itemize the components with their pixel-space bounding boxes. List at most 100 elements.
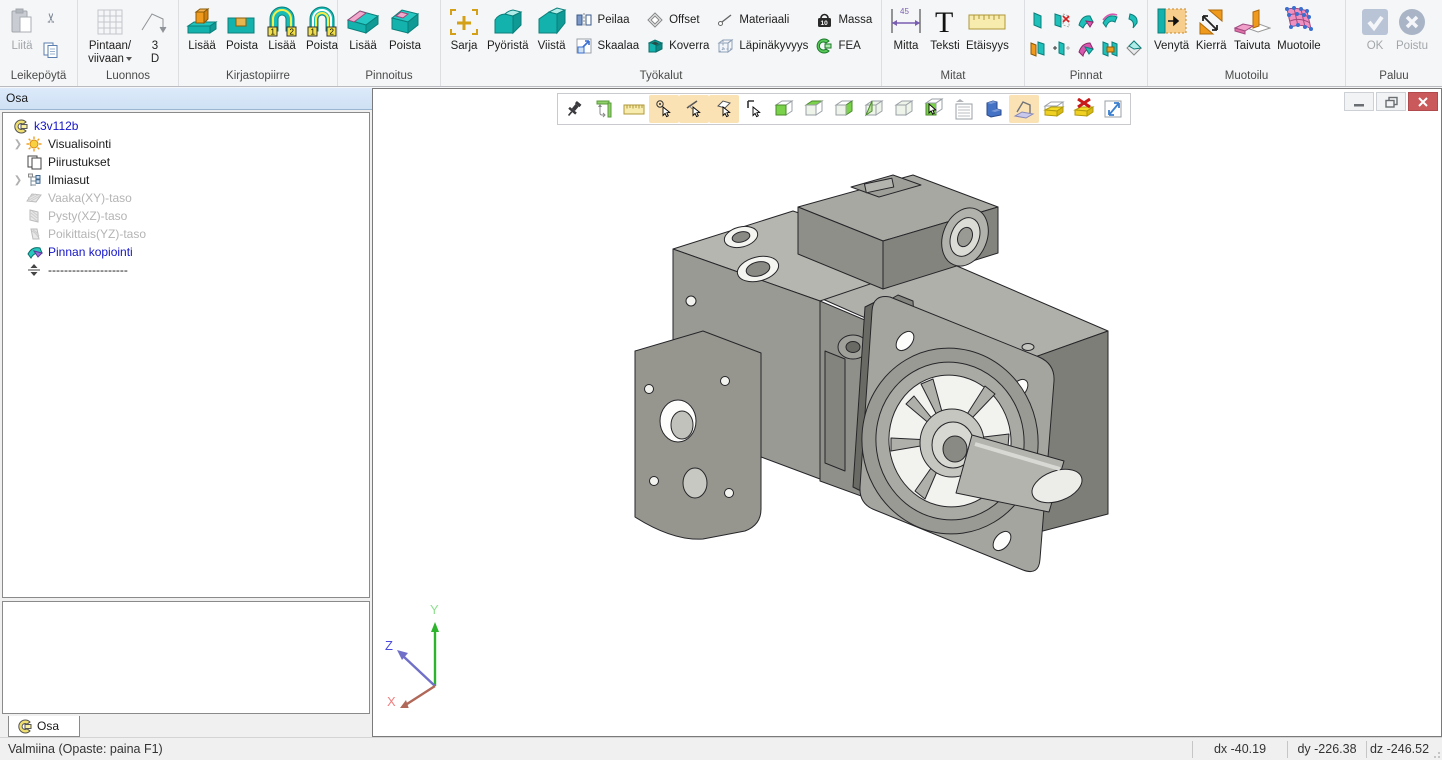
paste-label: Liitä (11, 40, 32, 53)
model-viewport[interactable]: Y Z X (372, 88, 1442, 737)
feature-list-button[interactable] (949, 95, 979, 123)
sketch-plane-button[interactable] (1009, 95, 1039, 123)
group-label-faces: Pinnat (1025, 69, 1147, 86)
tree-item-yz-plane[interactable]: Poikittais(YZ)-taso (3, 225, 369, 243)
group-label-shaping: Muotoilu (1148, 69, 1345, 86)
snap-face-button[interactable] (709, 95, 739, 123)
magnet-add-label: Lisää (268, 40, 296, 53)
offset-button[interactable]: Offset (643, 9, 713, 31)
cube-plain-button[interactable] (889, 95, 919, 123)
hollow-button[interactable]: Koverra (643, 35, 713, 57)
cube-top-face-button[interactable] (799, 95, 829, 123)
dimension-icon: 45 (888, 4, 924, 40)
tree-item-xy-plane[interactable]: Vaaka(XY)-taso (3, 189, 369, 207)
cut-button[interactable]: ✂ (43, 8, 60, 28)
shape-label: Muotoile (1277, 40, 1320, 53)
mass-button[interactable]: 10 Massa (812, 9, 876, 31)
cube-back-face-button[interactable] (859, 95, 889, 123)
magnet-remove-button[interactable]: 12 Poista (302, 2, 342, 55)
face-thicken-button[interactable] (1050, 36, 1074, 62)
rotate-label: Kierrä (1196, 40, 1227, 53)
face-draft-button[interactable] (1074, 8, 1098, 34)
pick-edge-button[interactable] (739, 95, 769, 123)
ribbon-group-faces: Pinnat (1025, 0, 1148, 86)
tree-item-part-root[interactable]: k3v112b (11, 117, 369, 135)
shape-button[interactable]: Muotoile (1274, 2, 1323, 55)
stretch-button[interactable]: Venytä (1151, 2, 1192, 55)
pattern-label: Sarja (451, 40, 478, 53)
tree-item-surface-copy[interactable]: Pinnan kopiointi (3, 243, 369, 261)
ok-button[interactable]: OK (1357, 2, 1393, 55)
face-curve-button[interactable] (1098, 8, 1122, 34)
library-add-button[interactable]: Lisää (182, 2, 222, 55)
cube-pick-face-button[interactable] (919, 95, 949, 123)
ribbon-group-dimensions: 45 Mitta T Teksti Etäisyys Mitat (882, 0, 1025, 86)
fillet-button[interactable]: Pyöristä (484, 2, 532, 55)
copy-button[interactable] (43, 42, 60, 63)
material-label: Materiaali (739, 14, 789, 26)
ruler-button[interactable] (619, 95, 649, 123)
measure-height-button[interactable] (589, 95, 619, 123)
chamfer-button[interactable]: Viistä (532, 2, 572, 55)
face-stitch-button[interactable] (1098, 36, 1122, 62)
sketch-3d-button[interactable]: 3 D (139, 2, 171, 68)
restore-button[interactable] (1376, 92, 1406, 111)
tray-delete-button[interactable] (1069, 95, 1099, 123)
face-offset-icon (1028, 39, 1048, 59)
rotate-icon (1195, 4, 1227, 40)
tree-item-drawings[interactable]: Piirustukset (3, 153, 369, 171)
mirror-button[interactable]: Peilaa (572, 9, 644, 31)
pattern-button[interactable]: Sarja (444, 2, 484, 55)
face-offset-button[interactable] (1026, 36, 1050, 62)
face-replace-button[interactable] (1074, 36, 1098, 62)
surface-add-button[interactable]: Lisää (341, 2, 385, 55)
tree-item-configurations[interactable]: ❯ Ilmiasut (3, 171, 369, 189)
fillet-icon (491, 4, 525, 40)
tree-item-end-marker[interactable]: -------------------- (3, 261, 369, 279)
resize-grip[interactable] (1432, 738, 1442, 760)
3d-model-hydraulic-pump[interactable] (373, 89, 1441, 736)
face-delete-button[interactable] (1050, 8, 1074, 34)
close-x-icon (1417, 96, 1429, 108)
distance-button[interactable]: Etäisyys (963, 2, 1012, 55)
transparency-button[interactable]: Läpinäkyvyys (713, 35, 812, 57)
tab-part[interactable]: Osa (8, 716, 80, 737)
minimize-button[interactable] (1344, 92, 1374, 111)
tree-item-visualization[interactable]: ❯ Visualisointi (3, 135, 369, 153)
text-button[interactable]: T Teksti (927, 2, 963, 55)
ribbon-group-tools: Sarja Pyöristä Viistä Peilaa (441, 0, 882, 86)
exit-button[interactable]: Poistu (1393, 2, 1431, 55)
panel-header: Osa (0, 88, 372, 110)
expand-viewport-button[interactable] (1099, 95, 1129, 123)
face-split-button[interactable] (1122, 36, 1146, 62)
axis-y-label: Y (430, 602, 439, 617)
dimension-button[interactable]: 45 Mitta (885, 2, 927, 55)
sketch-on-surface-button[interactable]: Pintaan/ viivaan (81, 2, 139, 68)
cube-side-face-button[interactable] (829, 95, 859, 123)
snap-line-button[interactable] (679, 95, 709, 123)
coord-dx: dx -40.19 (1192, 741, 1287, 758)
fea-button[interactable]: FEA (812, 35, 876, 57)
chevron-right-icon[interactable]: ❯ (11, 175, 25, 186)
cube-front-face-button[interactable] (769, 95, 799, 123)
bend-button[interactable]: Taivuta (1230, 2, 1274, 55)
close-button[interactable] (1408, 92, 1438, 111)
pin-toolbar-button[interactable] (559, 95, 589, 123)
dropdown-caret-icon (126, 57, 132, 61)
scale-button[interactable]: Skaalaa (572, 35, 644, 57)
face-move-button[interactable] (1026, 8, 1050, 34)
surface-remove-button[interactable]: Poista (385, 2, 425, 55)
magnet-add-button[interactable]: 12 Lisää (262, 2, 302, 55)
material-button[interactable]: Materiaali (713, 9, 812, 31)
tray-button[interactable] (1039, 95, 1069, 123)
snap-point-button[interactable] (649, 95, 679, 123)
tree-item-xz-plane[interactable]: Pysty(XZ)-taso (3, 207, 369, 225)
rotate-button[interactable]: Kierrä (1192, 2, 1230, 55)
chevron-right-icon[interactable]: ❯ (11, 139, 25, 150)
solid-steps-button[interactable] (979, 95, 1009, 123)
bend-icon (1233, 4, 1271, 40)
library-remove-button[interactable]: Poista (222, 2, 262, 55)
hollow-icon (647, 38, 664, 54)
face-bend-button[interactable] (1122, 8, 1146, 34)
paste-button[interactable]: Liitä (3, 2, 41, 55)
